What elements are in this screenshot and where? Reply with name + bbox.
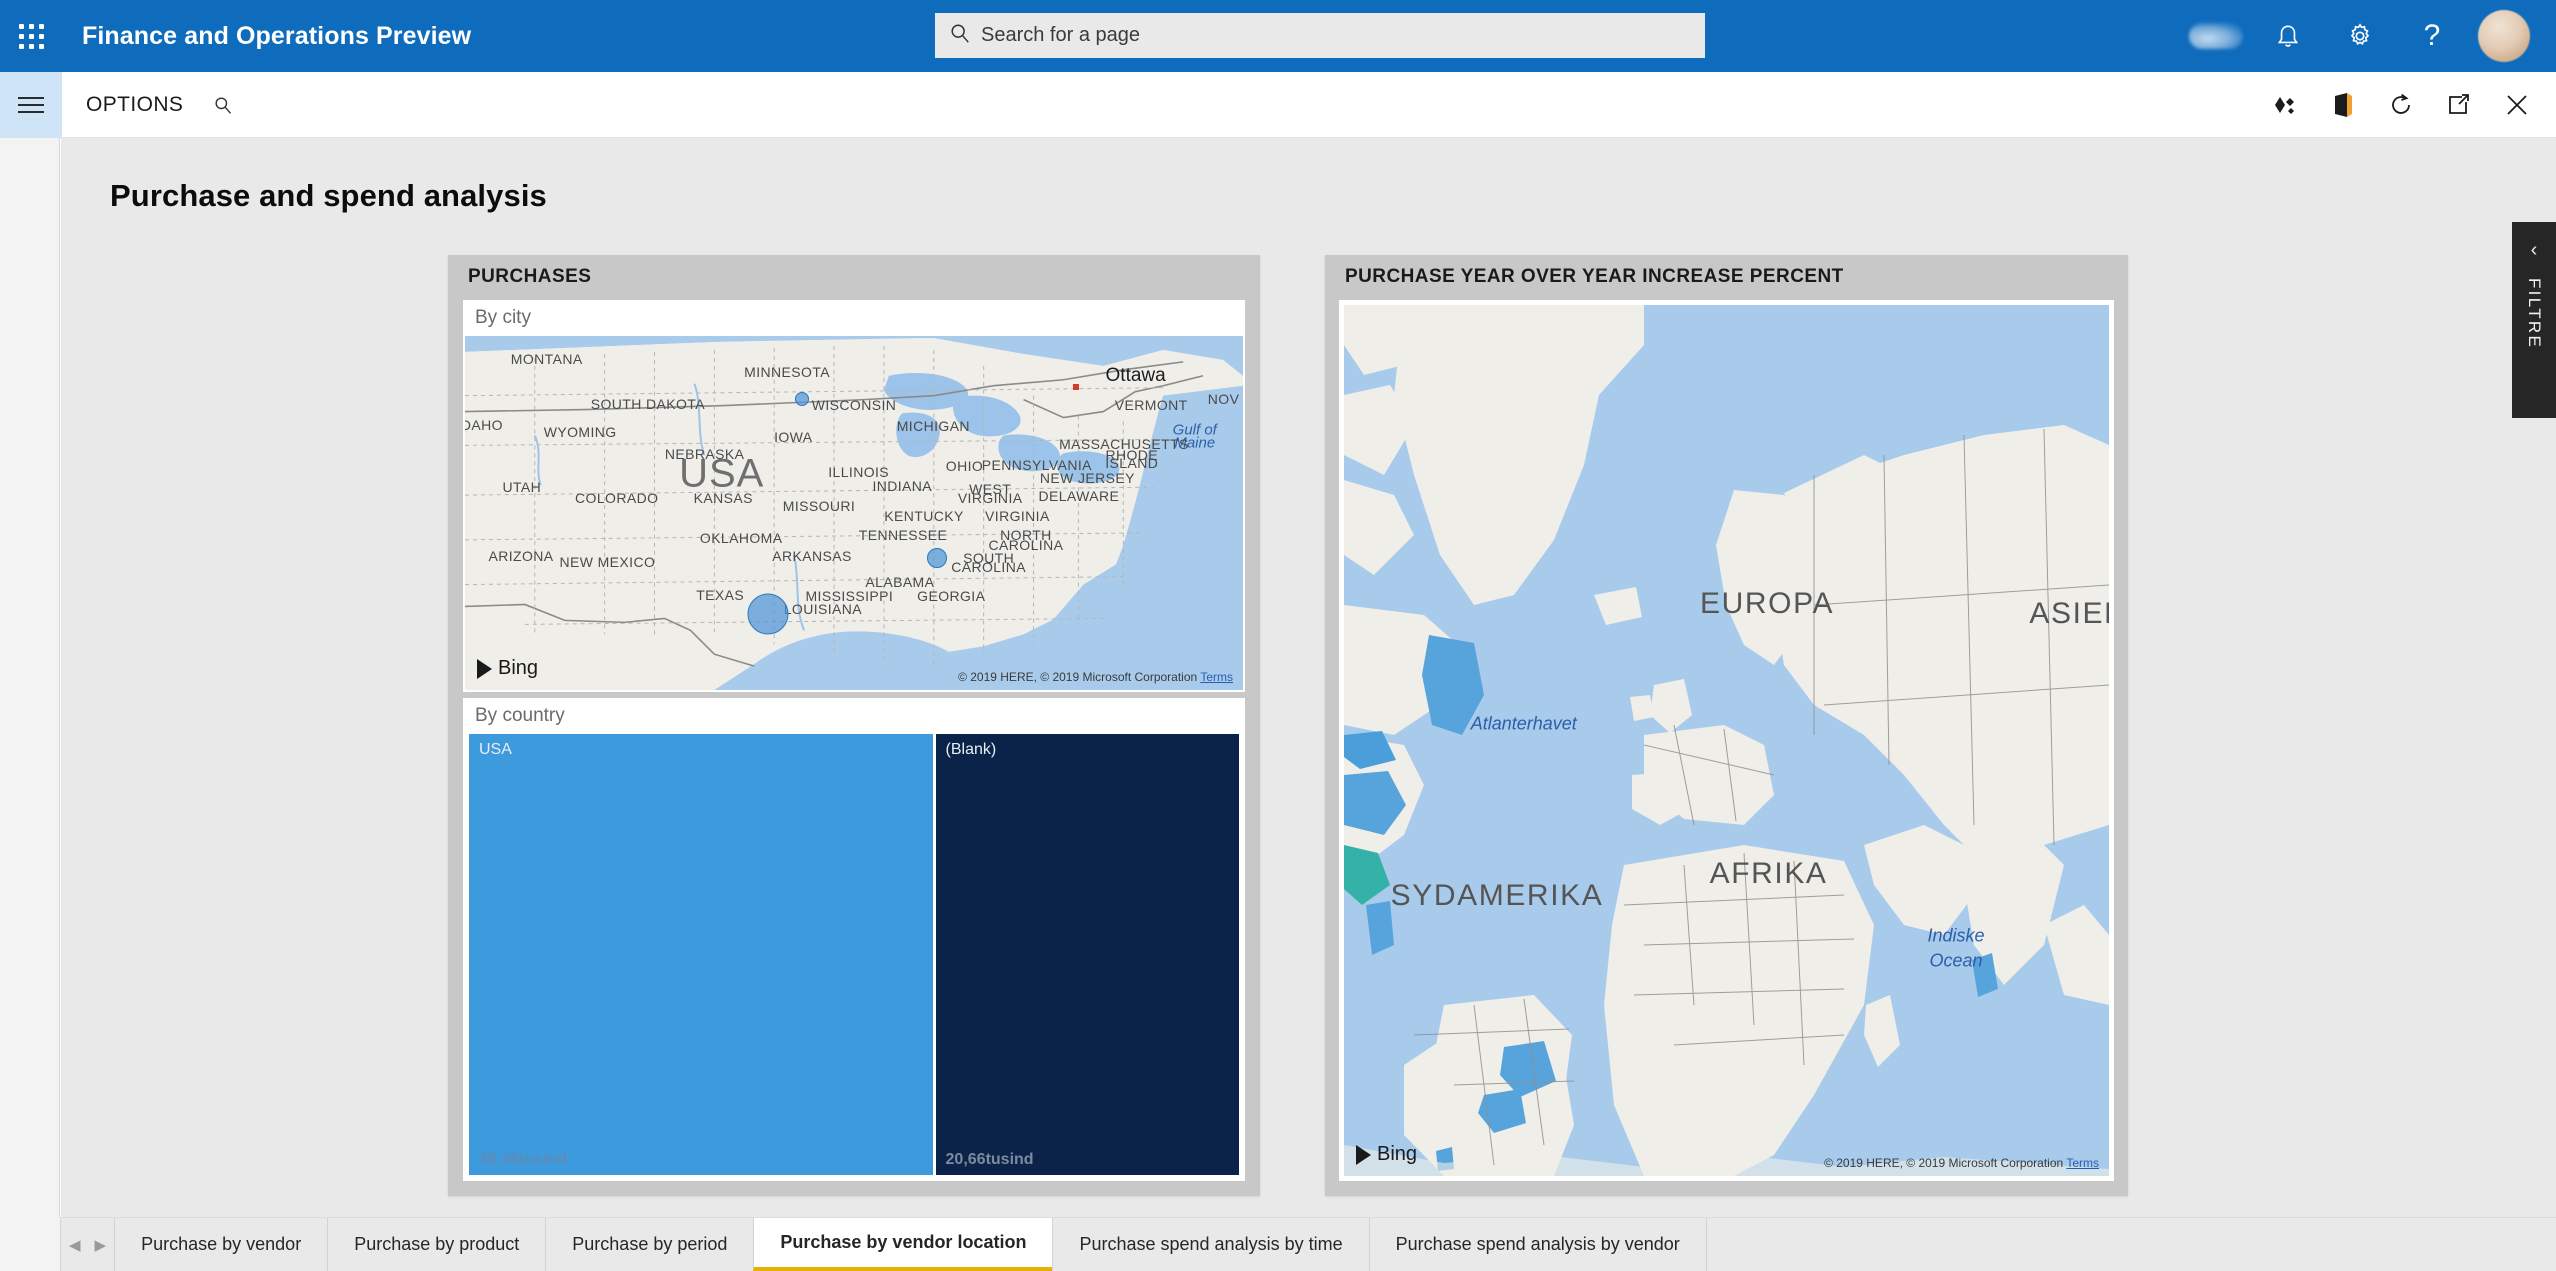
app-title: Finance and Operations Preview [82,21,472,50]
company-cloud-icon[interactable] [2180,0,2252,72]
tab-scroll-controls: ◀ ▶ [61,1218,114,1271]
report-tab[interactable]: Purchase by product [327,1218,546,1271]
chevron-left-icon[interactable]: ◀ [69,1236,81,1254]
application-window: Finance and Operations Preview Search fo… [0,0,2556,1271]
user-avatar[interactable] [2468,0,2540,72]
chevron-right-icon[interactable]: ▶ [95,1236,107,1254]
map-attribution: © 2019 HERE, © 2019 Microsoft Corporatio… [958,670,1233,684]
report-tab-label: Purchase by vendor location [780,1232,1027,1252]
personalize-diamond-icon[interactable] [2256,72,2314,138]
toolbar-right-icon-group [2256,72,2546,138]
world-map-graphic [1344,305,2109,1176]
chevron-left-icon[interactable]: ‹ [2531,240,2538,260]
map-bubble[interactable] [747,593,789,635]
treemap-cell-usa[interactable]: USA 38,46tusind [469,734,933,1175]
treemap-chart: USA 38,46tusind (Blank) 20,66tusind [469,734,1239,1175]
bing-bubble-map[interactable]: MONTANA MINNESOTA Ottawa NOV SOUTH DAKOTA WIS… [465,336,1243,690]
treemap-cell-blank[interactable]: (Blank) 20,66tusind [935,734,1239,1175]
options-toolbar: OPTIONS [0,71,2556,138]
bing-logo: Bing [477,657,538,680]
report-tab-label: Purchase spend analysis by vendor [1395,1234,1680,1254]
report-tab-active[interactable]: Purchase by vendor location [753,1218,1053,1271]
tab-bar-filler [1705,1218,2556,1271]
visual-purchases-by-country[interactable]: By country USA 38,46tusind (Blank) 20,66… [463,698,1245,1181]
bing-logo: Bing [1356,1143,1417,1166]
map-bubble[interactable] [927,548,948,569]
treemap-cell-value: 38,46tusind [479,1151,568,1168]
report-tab[interactable]: Purchase spend analysis by time [1052,1218,1369,1271]
map-terms-link[interactable]: Terms [2066,1156,2099,1170]
page-title: Purchase and spend analysis [110,178,547,213]
report-tab[interactable]: Purchase spend analysis by vendor [1368,1218,1706,1271]
map-attribution: © 2019 HERE, © 2019 Microsoft Corporatio… [1824,1156,2099,1170]
report-tab-label: Purchase spend analysis by time [1079,1234,1343,1254]
settings-gear-icon[interactable] [2324,0,2396,72]
bing-filled-world-map[interactable]: ASIENEUROPAAtlanterhavetAFRIKASYDAMERIKA… [1344,305,2109,1176]
global-search-placeholder: Search for a page [981,24,1140,46]
report-tab[interactable]: Purchase by vendor [114,1218,328,1271]
refresh-icon[interactable] [2372,72,2430,138]
app-launcher-icon[interactable] [0,0,62,72]
treemap-cell-value: 20,66tusind [945,1151,1034,1168]
treemap-cell-label: USA [479,741,512,758]
filter-panel-label: FILTRE [2525,278,2544,350]
global-search-box[interactable]: Search for a page [935,13,1705,58]
visual-by-country-title: By country [475,705,565,726]
options-menu-button[interactable]: OPTIONS [86,93,183,117]
help-question-icon[interactable]: ? [2396,0,2468,72]
report-tab-label: Purchase by period [572,1234,728,1254]
visual-purchase-yoy-map[interactable]: ASIENEUROPAAtlanterhavetAFRIKASYDAMERIKA… [1339,300,2114,1181]
page-search-icon[interactable] [213,95,233,115]
tab-list: Purchase by vendor Purchase by product Pur… [114,1218,1706,1271]
treemap-cell-label: (Blank) [945,741,997,758]
report-tab[interactable]: Purchase by period [545,1218,754,1271]
search-icon [949,22,971,49]
us-map-graphic [465,336,1243,690]
report-canvas [61,138,2556,1217]
office-app-icon[interactable] [2314,72,2372,138]
report-tab-bar: ◀ ▶ Purchase by vendor Purchase by produc… [61,1217,2556,1271]
open-in-new-window-icon[interactable] [2430,72,2488,138]
close-icon[interactable] [2488,72,2546,138]
tile-yoy-header: PURCHASE YEAR OVER YEAR INCREASE PERCENT [1345,265,1844,287]
map-bubble[interactable] [794,392,809,406]
tile-purchase-yoy: PURCHASE YEAR OVER YEAR INCREASE PERCENT [1325,255,2128,1196]
filter-panel-collapsed[interactable]: ‹ FILTRE [2512,222,2556,418]
top-bar-icon-group: ? [2180,0,2540,72]
visual-by-city-title: By city [475,307,531,328]
left-rail [0,138,60,1271]
bottom-left-strip [0,1217,61,1271]
tile-purchases-header: PURCHASES [468,265,592,287]
visual-purchases-by-city[interactable]: By city MONTANA MINNESOTA Ottawa NOV SOU… [463,300,1245,692]
top-navigation-bar: Finance and Operations Preview Search fo… [0,0,2556,72]
tile-purchases: PURCHASES By city MONTANA MINNESOTA Otta… [448,255,1260,1196]
report-tab-label: Purchase by vendor [141,1234,302,1254]
map-terms-link[interactable]: Terms [1200,670,1233,684]
navigation-menu-icon[interactable] [0,71,62,138]
map-city-dot [1072,384,1079,391]
notifications-bell-icon[interactable] [2252,0,2324,72]
report-tab-label: Purchase by product [354,1234,520,1254]
